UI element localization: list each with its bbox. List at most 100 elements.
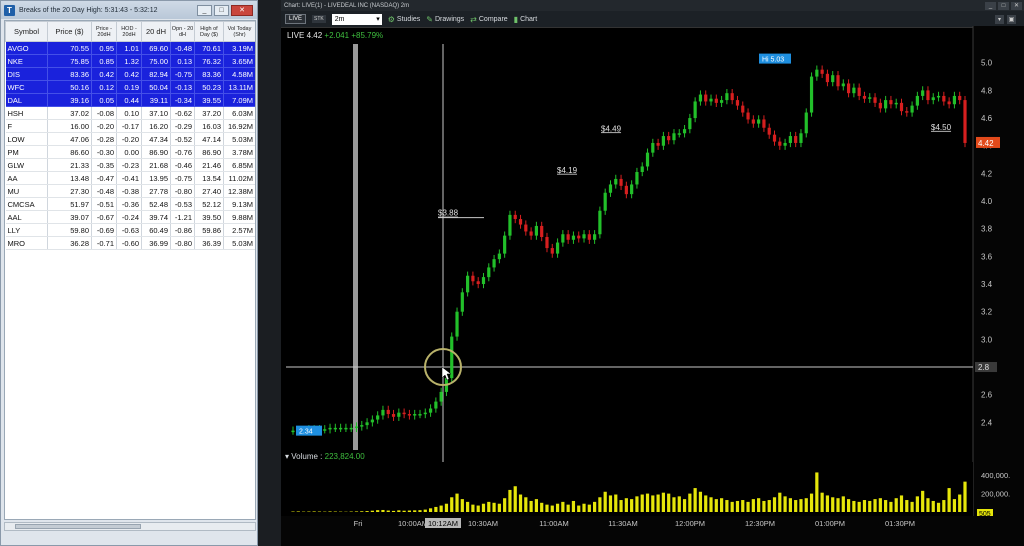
cell-opn-20dh: 0.13 (170, 54, 195, 68)
close-button[interactable]: ✕ (231, 4, 253, 16)
table-row[interactable]: MU 27.30 -0.48 -0.38 27.78 -0.80 27.40 12.38M (5, 184, 255, 198)
candle (450, 336, 454, 379)
candle (884, 100, 888, 109)
cell-price: 21.33 (47, 158, 92, 172)
cell-symbol: PM (5, 145, 48, 159)
volume-bar (799, 499, 803, 512)
table-row[interactable]: DAL 39.16 0.05 0.44 39.11 -0.34 39.55 7.09M (5, 93, 255, 107)
maximize-button[interactable]: □ (214, 4, 229, 16)
cell-symbol: NKE (5, 54, 48, 68)
cell-hod-20dh: -0.24 (116, 210, 142, 224)
price-chart[interactable]: 5.04.84.64.44.24.03.83.63.43.23.02.82.62… (281, 0, 1024, 546)
collapse-icon[interactable]: ▾ (285, 452, 289, 461)
volume-bar (725, 500, 729, 512)
cell-vol-today: 6.85M (223, 158, 255, 172)
cell-vol-today: 3.19M (223, 41, 255, 55)
table-row[interactable]: AAL 39.07 -0.67 -0.24 39.74 -1.21 39.50 9.88M (5, 210, 255, 224)
volume-bar (492, 502, 496, 512)
column-header-hod-20dh[interactable]: HOD - 20dH (116, 21, 142, 42)
candle (772, 134, 777, 142)
price-annotation: $4.19 (557, 166, 578, 175)
minimize-button[interactable]: _ (197, 4, 212, 16)
volume-bar (762, 500, 766, 512)
table-row[interactable]: PM 86.60 -0.30 0.00 86.90 -0.76 86.90 3.78M (5, 145, 255, 159)
cell-price: 39.07 (47, 210, 92, 224)
table-row[interactable]: LOW 47.06 -0.28 -0.20 47.34 -0.52 47.14 5.03M (5, 132, 255, 146)
y-tick-label: 3.6 (981, 252, 993, 261)
volume-bar (947, 488, 951, 512)
volume-bar (508, 489, 512, 512)
cell-20dh: 16.20 (141, 119, 171, 133)
candle (862, 95, 867, 99)
x-tick-label: 11:30AM (608, 519, 637, 528)
table-row[interactable]: AVGO 70.55 0.95 1.01 69.60 -0.48 70.61 3.19M (5, 41, 255, 55)
cell-symbol: AA (5, 171, 48, 185)
candle (926, 90, 930, 101)
candle (778, 141, 782, 146)
table-row[interactable]: AA 13.48 -0.47 -0.41 13.95 -0.75 13.54 11.02M (5, 171, 255, 185)
volume-bar (751, 499, 755, 512)
candle (466, 275, 470, 293)
column-header-opn-20dh[interactable]: Opn - 20 dH (170, 21, 195, 42)
volume-bar (418, 510, 422, 512)
candle (534, 225, 539, 236)
volume-bar (884, 500, 888, 512)
candle (656, 142, 660, 146)
cell-opn-20dh: -0.46 (170, 158, 195, 172)
volume-bar (518, 494, 523, 512)
volume-bar (550, 505, 554, 512)
volume-bar (450, 497, 454, 512)
cell-hod-20dh: -0.60 (116, 236, 142, 250)
column-header-20dh[interactable]: 20 dH (141, 21, 171, 42)
table-row[interactable]: WFC 50.16 0.12 0.19 50.04 -0.13 50.23 13.11M (5, 80, 255, 94)
scanner-titlebar[interactable]: T Breaks of the 20 Day High: 5:31:43 - 5… (1, 1, 257, 19)
volume-value: 223,824.00 (324, 452, 365, 461)
cell-vol-today: 3.78M (223, 145, 255, 159)
session-separator (353, 44, 358, 450)
table-row[interactable]: HSH 37.02 -0.08 0.10 37.10 -0.62 37.20 6.03M (5, 106, 255, 120)
scanner-grid: Symbol Price ($) Price - 20dH HOD - 20dH… (4, 20, 256, 520)
table-row[interactable]: CMCSA 51.97 -0.51 -0.36 52.48 -0.53 52.12 9.13M (5, 197, 255, 211)
x-tick-label: 12:00PM (675, 519, 705, 528)
price-annotation: $4.50 (931, 123, 952, 132)
candle (831, 75, 835, 83)
cell-price-20dh: -0.47 (91, 171, 117, 185)
table-row[interactable]: LLY 59.80 -0.69 -0.63 60.49 -0.86 59.86 2.57M (5, 223, 255, 237)
volume-bar (630, 499, 634, 512)
scanner-window: T Breaks of the 20 Day High: 5:31:43 - 5… (0, 0, 258, 546)
volume-bar (825, 495, 830, 512)
scrollbar-thumb[interactable] (15, 524, 141, 529)
cell-20dh: 39.11 (141, 93, 171, 107)
table-row[interactable]: F 16.00 -0.20 -0.17 16.20 -0.29 16.03 16.92M (5, 119, 255, 133)
cell-symbol: DAL (5, 93, 48, 107)
last-price-label: 4.42 (978, 139, 994, 148)
candle (513, 214, 517, 220)
column-header-vol-today[interactable]: Vol Today (Shr) (223, 21, 255, 42)
candle (354, 426, 359, 428)
candle (936, 95, 941, 98)
table-row[interactable]: DIS 83.36 0.42 0.42 82.94 -0.75 83.36 4.58M (5, 67, 255, 81)
candle (545, 237, 549, 249)
volume-bar (757, 498, 761, 512)
column-header-high-of-day[interactable]: High of Day ($) (194, 21, 224, 42)
column-header-price[interactable]: Price ($) (47, 21, 92, 42)
cell-vol-today: 3.65M (223, 54, 255, 68)
y-tick-label: 4.0 (981, 197, 993, 206)
candle (386, 409, 390, 415)
cell-hod-20dh: -0.20 (116, 132, 142, 146)
candle (619, 178, 623, 186)
cell-high-of-day: 39.50 (194, 210, 224, 224)
candle (958, 95, 962, 101)
table-row[interactable]: GLW 21.33 -0.35 -0.23 21.68 -0.46 21.46 6.85M (5, 158, 255, 172)
table-row[interactable]: NKE 75.85 0.85 1.32 75.00 0.13 76.32 3.65M (5, 54, 255, 68)
candle (349, 427, 353, 430)
cell-symbol: GLW (5, 158, 48, 172)
horizontal-scrollbar[interactable] (4, 522, 256, 531)
table-row[interactable]: MRO 36.28 -0.71 -0.60 36.99 -0.80 36.39 5.03M (5, 236, 255, 250)
cell-price-20dh: -0.30 (91, 145, 117, 159)
candle (915, 95, 919, 106)
cell-hod-20dh: -0.17 (116, 119, 142, 133)
column-header-symbol[interactable]: Symbol (5, 21, 48, 42)
candle (460, 292, 464, 312)
column-header-price-20dh[interactable]: Price - 20dH (91, 21, 117, 42)
